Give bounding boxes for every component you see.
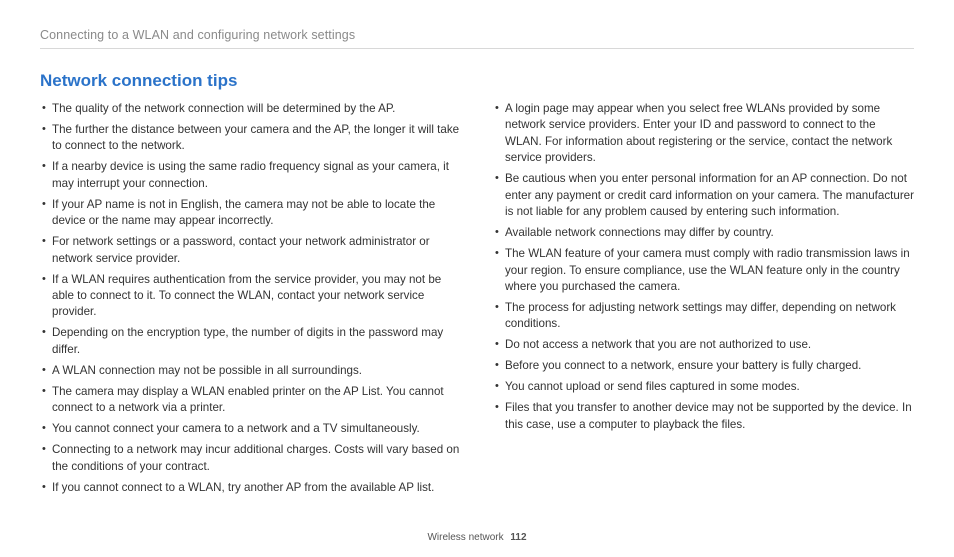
- tip-item: The WLAN feature of your camera must com…: [493, 246, 914, 295]
- footer-section-label: Wireless network: [427, 532, 503, 543]
- tip-item: A WLAN connection may not be possible in…: [40, 363, 461, 379]
- tip-item: The process for adjusting network settin…: [493, 300, 914, 333]
- section-title: Network connection tips: [40, 71, 914, 91]
- tip-item: A login page may appear when you select …: [493, 101, 914, 167]
- tip-item: Do not access a network that you are not…: [493, 337, 914, 353]
- tip-item: Be cautious when you enter personal info…: [493, 171, 914, 220]
- tip-item: The further the distance between your ca…: [40, 122, 461, 155]
- footer: Wireless network 112: [0, 532, 954, 543]
- page-number: 112: [510, 532, 526, 543]
- tip-item: The camera may display a WLAN enabled pr…: [40, 384, 461, 417]
- tip-item: The quality of the network connection wi…: [40, 101, 461, 117]
- tip-item: If your AP name is not in English, the c…: [40, 197, 461, 230]
- tip-item: For network settings or a password, cont…: [40, 234, 461, 267]
- tip-item: You cannot connect your camera to a netw…: [40, 421, 461, 437]
- page: Connecting to a WLAN and configuring net…: [0, 0, 954, 557]
- tips-list-right: A login page may appear when you select …: [493, 101, 914, 433]
- content-columns: The quality of the network connection wi…: [40, 101, 914, 501]
- left-column: The quality of the network connection wi…: [40, 101, 461, 501]
- tip-item: Files that you transfer to another devic…: [493, 400, 914, 433]
- tip-item: Before you connect to a network, ensure …: [493, 358, 914, 374]
- tip-item: You cannot upload or send files captured…: [493, 379, 914, 395]
- tip-item: If a nearby device is using the same rad…: [40, 159, 461, 192]
- header-breadcrumb: Connecting to a WLAN and configuring net…: [40, 28, 914, 49]
- tip-item: Depending on the encryption type, the nu…: [40, 325, 461, 358]
- tips-list-left: The quality of the network connection wi…: [40, 101, 461, 496]
- right-column: A login page may appear when you select …: [493, 101, 914, 501]
- tip-item: Connecting to a network may incur additi…: [40, 442, 461, 475]
- tip-item: If a WLAN requires authentication from t…: [40, 272, 461, 321]
- tip-item: Available network connections may differ…: [493, 225, 914, 241]
- tip-item: If you cannot connect to a WLAN, try ano…: [40, 480, 461, 496]
